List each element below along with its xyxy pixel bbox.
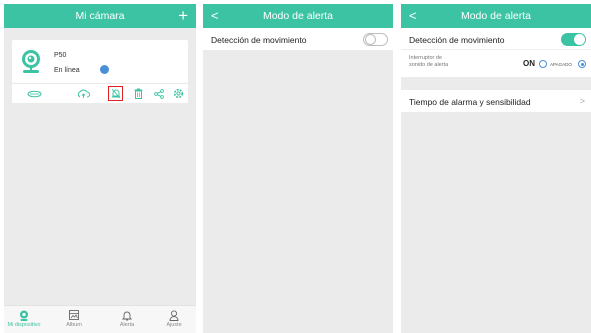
motion-detection-row: Detección de movimiento [203,28,393,50]
header: < Modo de alerta [203,4,393,28]
back-icon[interactable]: < [211,4,219,28]
device-card[interactable]: P50 En línea [12,40,188,103]
nav-label: Alerta [119,322,135,328]
user-icon [154,309,194,321]
alert-sound-label: Interruptor de sonido de alerta [409,55,448,68]
alert-sound-row: Interruptor de sonido de alerta ON APAGA… [401,50,591,77]
share-icon[interactable] [153,86,165,101]
nav-album[interactable]: Album [54,309,94,328]
bell-icon [107,309,147,321]
alert-mode-icon[interactable] [108,86,123,101]
alert-sound-label-line2: sonido de alerta [409,61,449,68]
back-icon[interactable]: < [409,4,417,28]
page-title: Mi cámara [75,10,125,22]
nav-alert[interactable]: Alerta [107,309,147,328]
page-title: Modo de alerta [262,10,334,22]
nav-my-device[interactable]: Mi dispositivo [4,309,44,328]
sound-on-label: ON [523,59,535,68]
sound-on-radio[interactable] [539,60,547,68]
chevron-right-icon: > [579,96,585,106]
device-name: P50 [54,52,67,59]
motion-detection-toggle[interactable] [363,33,388,46]
camera-icon [22,50,40,73]
toggle-knob [574,34,585,45]
album-icon [54,309,94,321]
motion-detection-label: Detección de movimiento [211,35,307,45]
nav-label: Album [66,322,82,328]
nav-label: Mi dispositivo [7,322,41,328]
online-indicator-icon [100,65,109,74]
toggle-knob [365,34,376,45]
settings-icon[interactable] [172,86,184,101]
header: Mi cámara + [4,4,196,28]
cloud-storage-icon[interactable] [26,86,42,101]
bottom-nav: Mi dispositivo Album Alerta Ajuste [4,305,196,333]
alert-mode-screen-on: < Modo de alerta Detección de movimiento… [401,4,591,333]
nav-label: Ajuste [166,322,182,328]
cloud-upload-icon[interactable] [76,86,90,101]
alert-sound-label-line1: Interruptor de [409,55,443,61]
page-title: Modo de alerta [460,10,532,22]
alarm-time-label: Tiempo de alarma y sensibilidad [409,97,531,107]
device-icon [4,309,44,321]
alarm-time-row[interactable]: Tiempo de alarma y sensibilidad > [401,90,591,112]
header: < Modo de alerta [401,4,591,28]
motion-detection-label: Detección de movimiento [409,35,505,45]
my-camera-screen: Mi cámara + P50 En línea Mi dispositivo … [4,4,196,333]
nav-settings[interactable]: Ajuste [154,309,194,328]
device-actions-bar [12,83,188,103]
plus-icon[interactable]: + [178,5,188,27]
device-status: En línea [54,67,80,74]
sound-off-radio[interactable] [578,60,586,68]
motion-detection-row: Detección de movimiento [401,28,591,50]
alert-mode-screen-off: < Modo de alerta Detección de movimiento [203,4,393,333]
sound-off-label: APAGADO [550,62,572,67]
delete-icon[interactable] [132,86,144,101]
motion-detection-toggle[interactable] [561,33,586,46]
